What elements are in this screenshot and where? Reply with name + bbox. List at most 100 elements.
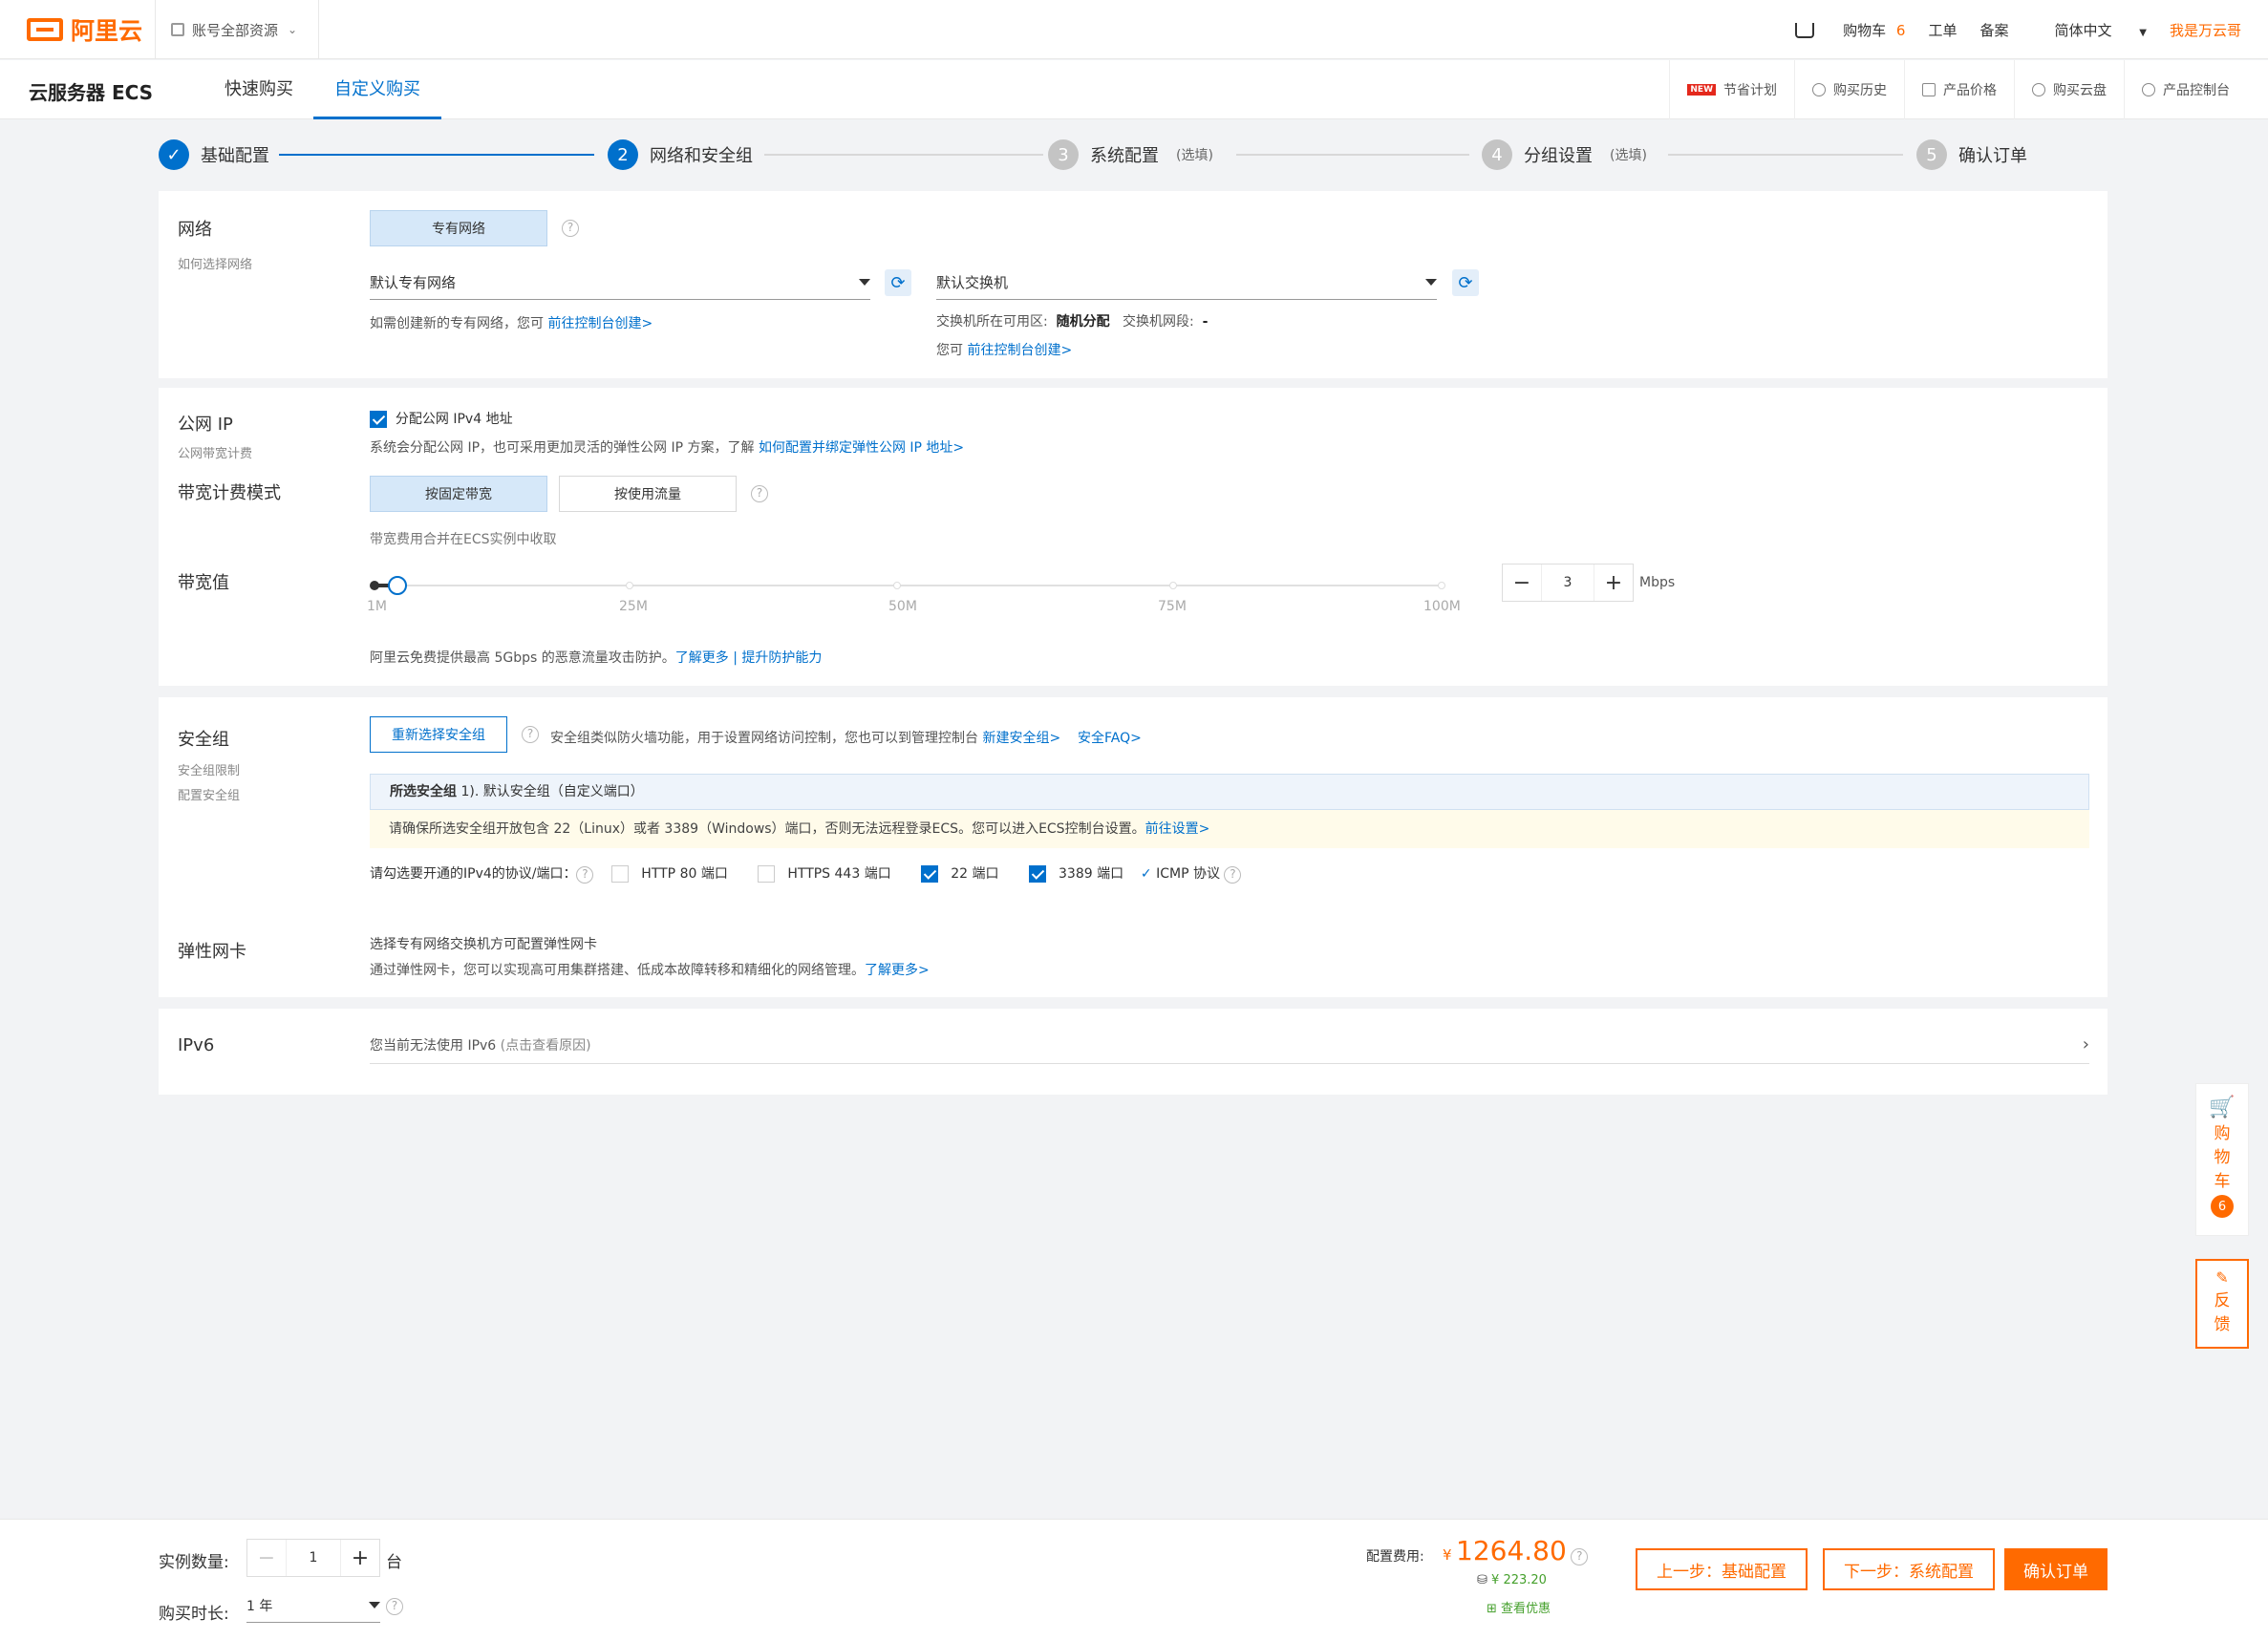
- vswitch-select[interactable]: 默认交换机: [936, 266, 1437, 300]
- help-icon[interactable]: ?: [386, 1598, 403, 1615]
- network-help-link[interactable]: 如何选择网络: [178, 254, 252, 272]
- caret-down-icon: ▼: [2139, 27, 2147, 38]
- step-group-settings[interactable]: 4 分组设置 (选填): [1482, 139, 1647, 170]
- aliyun-logo[interactable]: 阿里云: [27, 13, 142, 46]
- refresh-icon[interactable]: ⟳: [1452, 269, 1479, 296]
- help-icon[interactable]: ?: [751, 485, 768, 502]
- bandwidth-billing-help[interactable]: 公网带宽计费: [178, 443, 252, 461]
- go-settings-link[interactable]: 前往设置>: [1145, 821, 1210, 837]
- float-cart-char: 购: [2214, 1124, 2231, 1143]
- view-discount-link[interactable]: ⊞ 查看优惠: [1487, 1598, 1551, 1616]
- decrement-button[interactable]: −: [247, 1540, 286, 1576]
- port-22-checkbox[interactable]: 22 端口: [920, 865, 998, 883]
- ddos-upgrade-link[interactable]: 提升防护能力: [741, 650, 822, 666]
- bandwidth-label: 带宽值: [178, 573, 229, 593]
- language-selector[interactable]: 简体中文 ▼: [2031, 20, 2147, 40]
- cart-link[interactable]: 购物车 6: [1772, 20, 1905, 40]
- language-label: 简体中文: [2054, 21, 2112, 39]
- vpc-select[interactable]: 默认专有网络: [370, 266, 870, 300]
- pay-by-traffic-button[interactable]: 按使用流量: [559, 476, 737, 512]
- bandwidth-stepper[interactable]: − 3 +: [1502, 564, 1634, 602]
- tab-quick-buy[interactable]: 快速购买: [225, 60, 293, 119]
- checkbox-icon: [758, 865, 775, 883]
- step-confirm-order[interactable]: 5 确认订单: [1916, 139, 2027, 170]
- product-price-link[interactable]: 产品价格: [1904, 60, 2014, 119]
- port-https-checkbox[interactable]: HTTPS 443 端口: [758, 865, 891, 883]
- help-icon[interactable]: ?: [522, 726, 539, 743]
- bandwidth-value[interactable]: 3: [1541, 564, 1594, 601]
- eip-config-link[interactable]: 如何配置并绑定弹性公网 IP 地址>: [759, 440, 964, 456]
- help-icon[interactable]: ?: [1224, 866, 1242, 884]
- step-number: 3: [1048, 139, 1079, 170]
- chevron-down-icon: ⌄: [288, 23, 298, 36]
- prev-step-button[interactable]: 上一步：基础配置: [1636, 1548, 1808, 1590]
- floating-cart[interactable]: 🛒 购 物 车 6: [2195, 1083, 2249, 1236]
- top-bar: 阿里云 账号全部资源 ⌄ 购物车 6 工单 备案 简体中文 ▼ 我是万云哥: [0, 0, 2268, 59]
- savings-plan-link[interactable]: NEW 节省计划: [1669, 60, 1794, 119]
- buy-disk-link[interactable]: 购买云盘: [2014, 60, 2124, 119]
- segment-value: -: [1202, 314, 1209, 330]
- bandwidth-slider-track[interactable]: [374, 585, 1443, 586]
- feedback-button[interactable]: ✎ 反 馈: [2195, 1259, 2249, 1349]
- ddos-tip: 阿里云免费提供最高 5Gbps 的恶意流量攻击防护。了解更多 | 提升防护能力: [370, 648, 822, 667]
- qty-value[interactable]: 1: [286, 1540, 341, 1576]
- ipv6-reason-link[interactable]: (点击查看原因): [501, 1038, 591, 1054]
- caret-down-icon: [859, 279, 870, 286]
- sg-faq-link[interactable]: 安全FAQ>: [1078, 731, 1142, 746]
- sg-limit-link[interactable]: 安全组限制: [178, 760, 240, 778]
- eni-more-link[interactable]: 了解更多>: [865, 963, 930, 978]
- tab-custom-buy[interactable]: 自定义购买: [313, 60, 441, 119]
- duration-select[interactable]: 1 年: [246, 1588, 380, 1623]
- user-menu[interactable]: 我是万云哥: [2170, 20, 2241, 40]
- step-connector: [279, 154, 594, 156]
- filing-link[interactable]: 备案: [1979, 20, 2008, 40]
- confirm-order-button[interactable]: 确认订单: [2004, 1548, 2108, 1590]
- purchase-history-link[interactable]: 购买历史: [1794, 60, 1904, 119]
- fixed-bandwidth-button[interactable]: 按固定带宽: [370, 476, 547, 512]
- step-basic-config[interactable]: ✓ 基础配置: [159, 139, 269, 170]
- help-icon[interactable]: ?: [562, 220, 579, 237]
- assign-ip-checkbox[interactable]: 分配公网 IPv4 地址: [370, 409, 513, 428]
- selected-sg-box: 所选安全组 1). 默认安全组（自定义端口）: [370, 774, 2089, 810]
- vpc-create-link[interactable]: 前往控制台创建>: [547, 316, 653, 331]
- refresh-icon[interactable]: ⟳: [885, 269, 911, 296]
- vswitch-create-link[interactable]: 前往控制台创建>: [967, 343, 1072, 358]
- slider-tick-label: 100M: [1423, 599, 1461, 614]
- port-http-checkbox[interactable]: HTTP 80 端口: [610, 865, 728, 883]
- cloud-icon: [2032, 83, 2045, 96]
- bandwidth-unit: Mbps: [1639, 575, 1676, 590]
- ipv6-reason-row[interactable]: 您当前无法使用 IPv6 (点击查看原因) ›: [370, 1026, 2089, 1064]
- step-optional: (选填): [1176, 148, 1213, 163]
- float-cart-char: 车: [2214, 1172, 2231, 1191]
- icmp-label: ICMP 协议: [1156, 866, 1220, 882]
- product-console-link[interactable]: 产品控制台: [2124, 60, 2247, 119]
- decrement-button[interactable]: −: [1503, 564, 1541, 601]
- help-icon[interactable]: ?: [1571, 1548, 1589, 1565]
- sg-config-link[interactable]: 配置安全组: [178, 785, 240, 803]
- instance-qty-stepper[interactable]: − 1 +: [246, 1539, 380, 1577]
- slider-tick: [1169, 582, 1177, 589]
- reselect-security-group-button[interactable]: 重新选择安全组: [370, 716, 507, 753]
- bandwidth-slider-handle[interactable]: [388, 576, 407, 595]
- qty-unit: 台: [386, 1553, 402, 1572]
- vpc-type-button[interactable]: 专有网络: [370, 210, 547, 246]
- port-3389-checkbox[interactable]: 3389 端口: [1028, 865, 1123, 883]
- ddos-more-link[interactable]: 了解更多: [675, 650, 729, 666]
- zone-value: 随机分配: [1056, 314, 1110, 330]
- new-sg-link[interactable]: 新建安全组>: [982, 731, 1060, 746]
- account-resource-selector[interactable]: 账号全部资源 ⌄: [155, 0, 319, 59]
- increment-button[interactable]: +: [341, 1540, 379, 1576]
- zone-label: 交换机所在可用区:: [936, 314, 1048, 330]
- list-icon: [1922, 83, 1936, 96]
- increment-button[interactable]: +: [1594, 564, 1633, 601]
- billing-tip: 带宽费用合并在ECS实例中收取: [370, 532, 557, 547]
- next-step-button[interactable]: 下一步：系统配置: [1823, 1548, 1995, 1590]
- help-icon[interactable]: ?: [576, 866, 594, 884]
- port-label: HTTPS 443 端口: [787, 866, 891, 882]
- price-value: 1264.80: [1456, 1535, 1567, 1566]
- ticket-link[interactable]: 工单: [1928, 20, 1957, 40]
- billing-mode-label: 带宽计费模式: [178, 483, 281, 503]
- step-optional: (选填): [1610, 148, 1647, 163]
- ipv6-label: IPv6: [178, 1035, 215, 1055]
- step-system-config[interactable]: 3 系统配置 (选填): [1048, 139, 1213, 170]
